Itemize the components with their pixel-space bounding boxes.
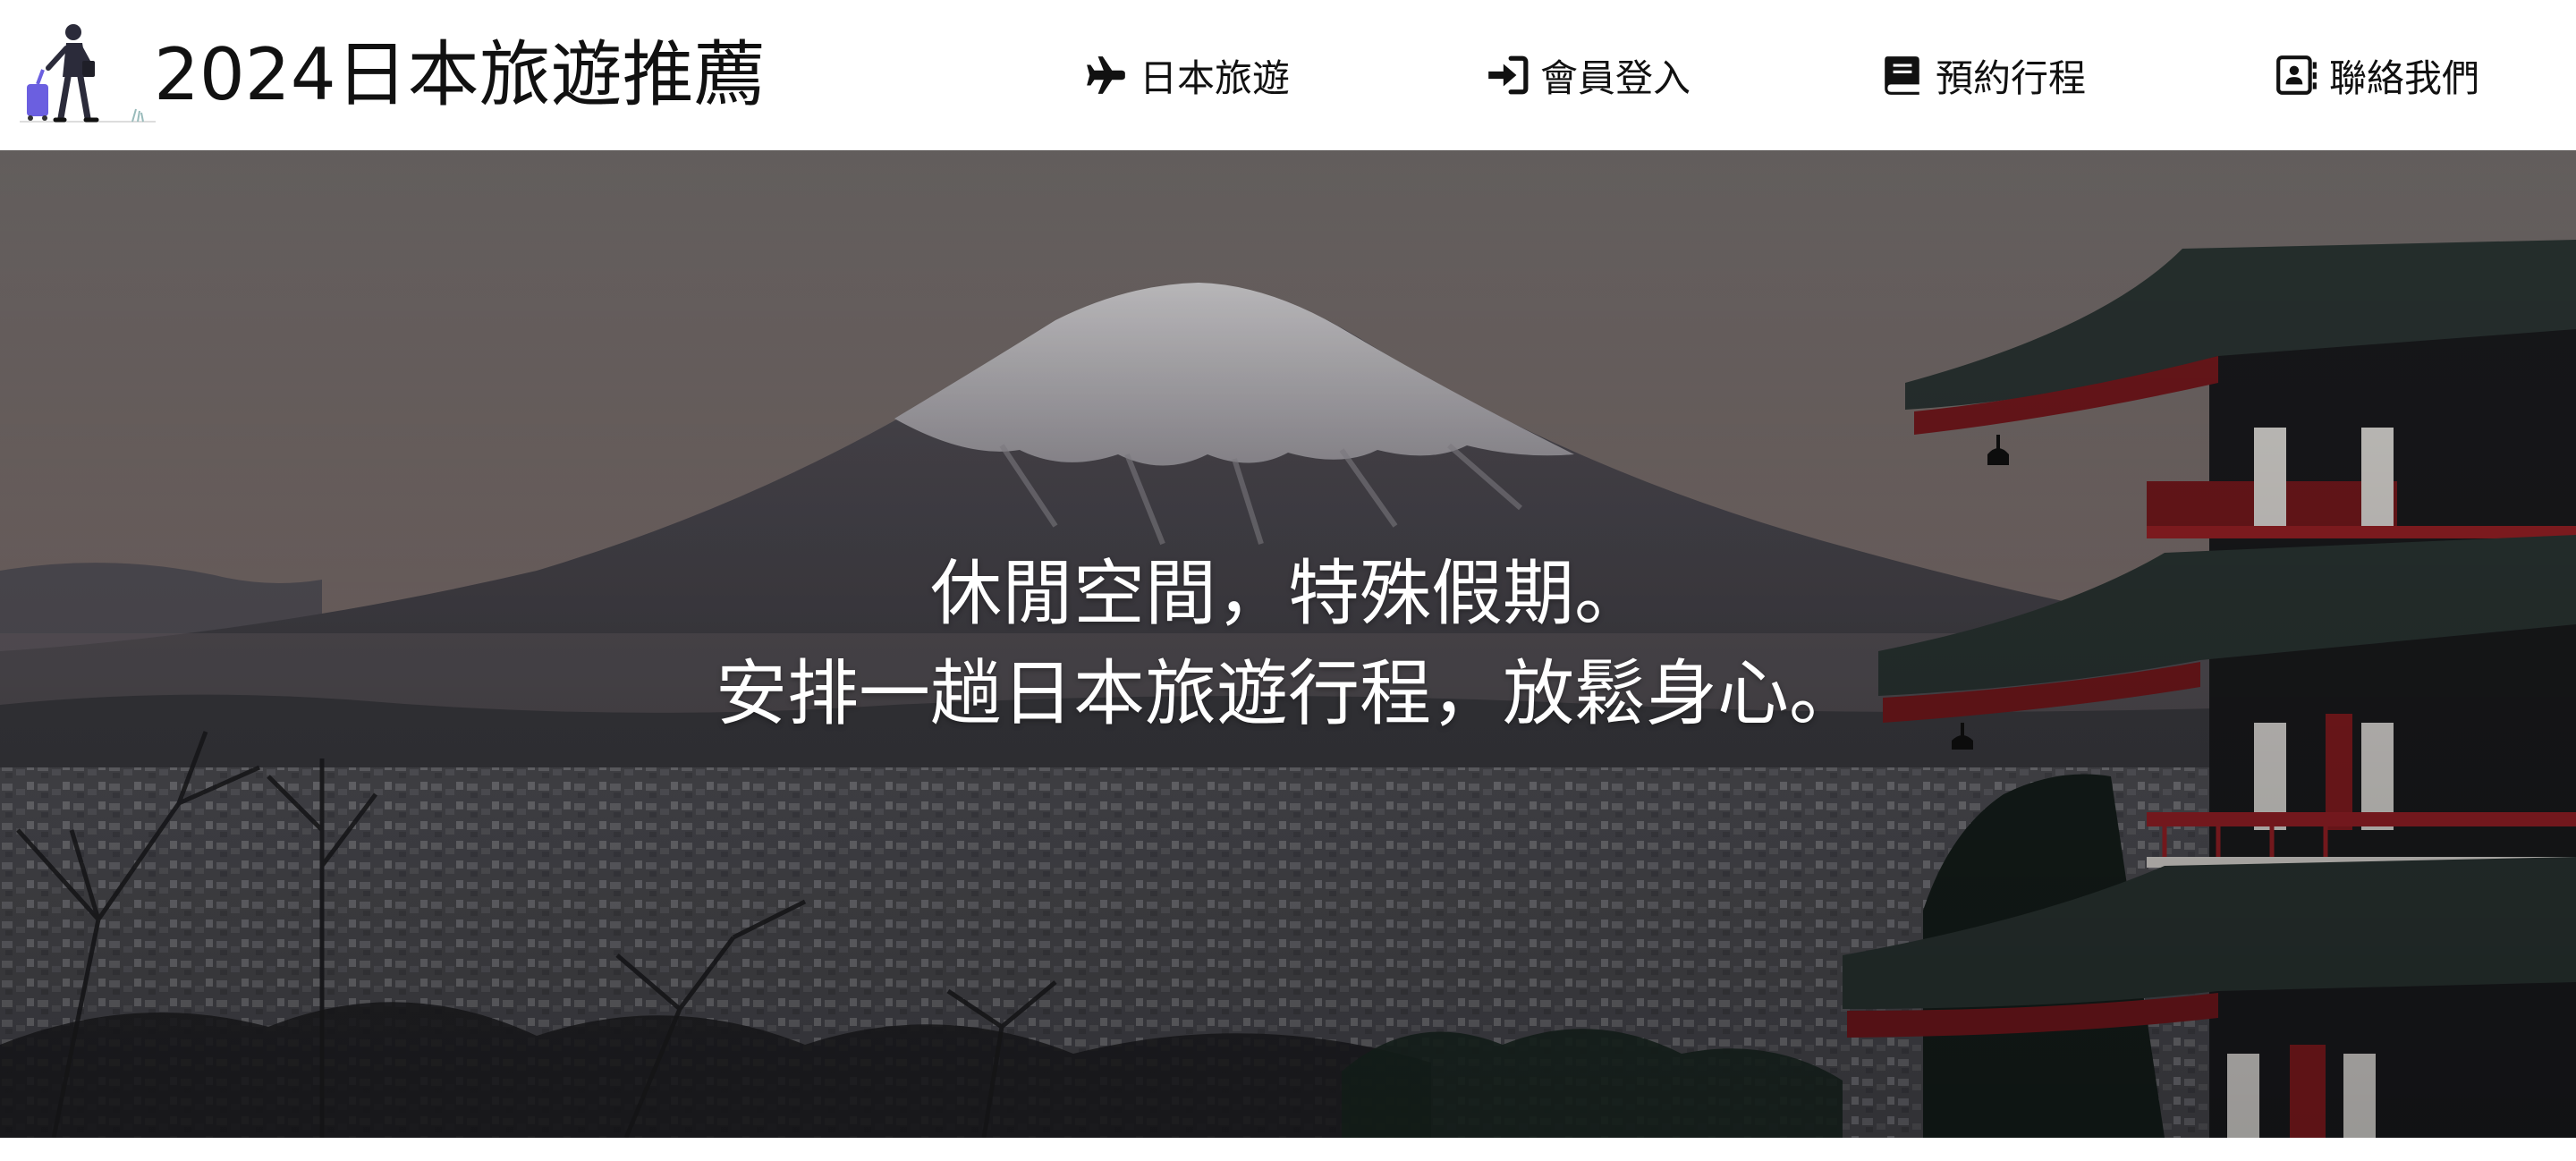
nav-item-label: 日本旅遊 [1140, 55, 1291, 100]
site-header: 2024日本旅遊推薦 日本旅遊 會員登入 預約行程 聯絡我們 [0, 0, 2576, 150]
contact-card-icon [2272, 51, 2320, 99]
hero-tagline: 休閒空間，特殊假期。 安排一趟日本旅遊行程，放鬆身心。 [0, 544, 2576, 744]
hero-line-1: 休閒空間，特殊假期。 [930, 552, 1646, 635]
site-title[interactable]: 2024日本旅遊推薦 [154, 30, 766, 120]
airplane-icon [1082, 51, 1131, 99]
page-bottom-strip [0, 1138, 2576, 1161]
sign-in-icon [1483, 51, 1531, 99]
nav-item-label: 預約行程 [1936, 55, 2087, 100]
nav-item-label: 聯絡我們 [2329, 55, 2480, 100]
hero-banner: 休閒空間，特殊假期。 安排一趟日本旅遊行程，放鬆身心。 [0, 150, 2576, 1138]
nav-item-book-itinerary[interactable]: 預約行程 [1878, 45, 2086, 106]
nav-item-member-login[interactable]: 會員登入 [1483, 45, 1690, 106]
nav-item-label: 會員登入 [1540, 55, 1691, 100]
nav-item-contact-us[interactable]: 聯絡我們 [2272, 45, 2479, 106]
traveler-with-suitcase-icon[interactable] [16, 21, 159, 127]
book-icon [1878, 51, 1927, 99]
nav-item-japan-travel[interactable]: 日本旅遊 [1082, 45, 1290, 106]
hero-line-2: 安排一趟日本旅遊行程，放鬆身心。 [716, 652, 1860, 735]
